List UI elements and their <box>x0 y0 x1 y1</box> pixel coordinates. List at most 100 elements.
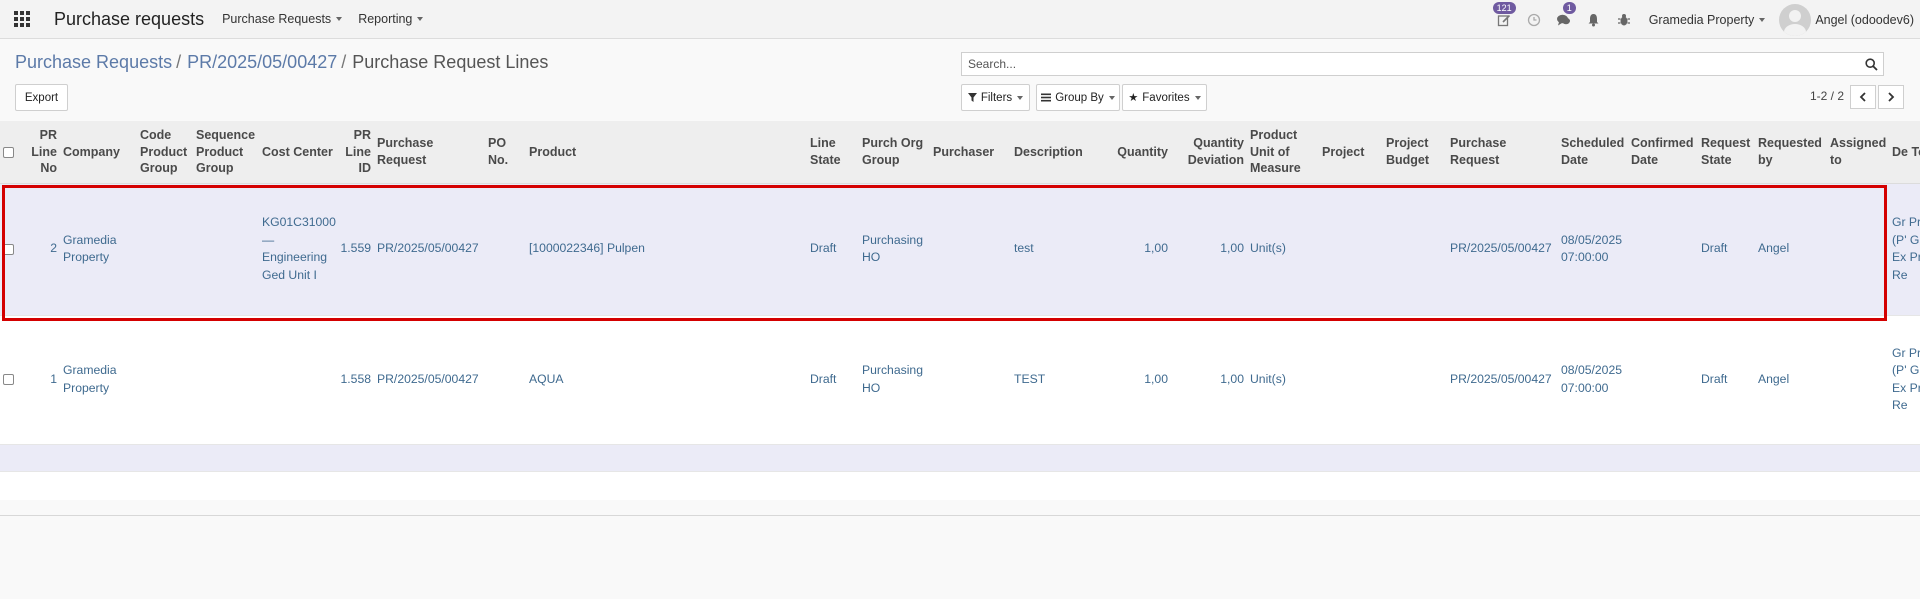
cell-pr-line-id[interactable]: 1.559 <box>337 183 374 315</box>
table-row[interactable]: 1 Gramedia Property 1.558 PR/2025/05/004… <box>0 314 1920 444</box>
col-product[interactable]: Product <box>526 121 807 184</box>
cell-purchaser[interactable] <box>930 314 1011 444</box>
cell-code-product-group[interactable] <box>137 183 193 315</box>
col-line-state[interactable]: Line State <box>807 121 859 184</box>
user-menu[interactable]: Angel (odoodev6) <box>1779 3 1914 36</box>
cell-product[interactable]: AQUA <box>526 314 807 444</box>
cell-description[interactable]: TEST <box>1011 314 1100 444</box>
cell-pr-line-id[interactable]: 1.558 <box>337 314 374 444</box>
cell-assigned-to[interactable] <box>1827 314 1889 444</box>
col-sequence-product-group[interactable]: Sequence Product Group <box>193 121 259 184</box>
cell-request-state[interactable]: Draft <box>1698 183 1755 315</box>
cell-confirmed-date[interactable] <box>1628 183 1698 315</box>
cell-project[interactable] <box>1319 183 1383 315</box>
apps-menu-icon[interactable] <box>0 0 44 39</box>
col-delivery-to[interactable]: De To <box>1889 121 1920 184</box>
breadcrumb-item-purchase-requests[interactable]: Purchase Requests <box>15 52 172 73</box>
col-code-product-group[interactable]: Code Product Group <box>137 121 193 184</box>
cell-quantity[interactable]: 1,00 <box>1100 183 1171 315</box>
col-quantity[interactable]: Quantity <box>1100 121 1171 184</box>
filters-button[interactable]: Filters <box>961 84 1030 111</box>
cell-request-state[interactable]: Draft <box>1698 314 1755 444</box>
cell-scheduled-date[interactable]: 08/05/2025 07:00:00 <box>1558 314 1628 444</box>
search-input[interactable] <box>962 53 1859 75</box>
cell-scheduled-date[interactable]: 08/05/2025 07:00:00 <box>1558 183 1628 315</box>
col-project-budget[interactable]: Project Budget <box>1383 121 1447 184</box>
cell-sequence-product-group[interactable] <box>193 183 259 315</box>
col-company[interactable]: Company <box>60 121 137 184</box>
pager-previous-button[interactable] <box>1850 85 1876 109</box>
table-row[interactable]: 2 Gramedia Property KG01C31000 — Enginee… <box>0 183 1920 315</box>
cell-requested-by[interactable]: Angel <box>1755 183 1827 315</box>
cell-po-no[interactable] <box>485 314 526 444</box>
col-description[interactable]: Description <box>1011 121 1100 184</box>
cell-company[interactable]: Gramedia Property <box>60 314 137 444</box>
favorites-button[interactable]: ★ Favorites <box>1122 84 1207 111</box>
cell-product[interactable]: [1000022346] Pulpen <box>526 183 807 315</box>
col-pr-line-no[interactable]: PR Line No <box>20 121 60 184</box>
cell-purchase-request[interactable]: PR/2025/05/00427 <box>374 314 485 444</box>
cell-assigned-to[interactable] <box>1827 183 1889 315</box>
col-purch-org-group[interactable]: Purch Org Group <box>859 121 930 184</box>
col-purchaser[interactable]: Purchaser <box>930 121 1011 184</box>
cell-cost-center[interactable]: KG01C31000 — Engineering Ged Unit I <box>259 183 337 315</box>
cell-line-state[interactable]: Draft <box>807 314 859 444</box>
cell-purchase-request-2[interactable]: PR/2025/05/00427 <box>1447 183 1558 315</box>
clock-icon[interactable] <box>1519 0 1549 39</box>
col-scheduled-date[interactable]: Scheduled Date <box>1558 121 1628 184</box>
menu-purchase-requests[interactable]: Purchase Requests <box>222 12 343 26</box>
pager-next-button[interactable] <box>1878 85 1904 109</box>
cell-quantity-deviation[interactable]: 1,00 <box>1171 183 1247 315</box>
messages-icon[interactable]: 1 <box>1549 0 1579 39</box>
activity-edit-icon[interactable]: 121 <box>1489 0 1519 39</box>
cell-purchaser[interactable] <box>930 183 1011 315</box>
menu-reporting[interactable]: Reporting <box>358 12 424 26</box>
cell-cost-center[interactable] <box>259 314 337 444</box>
cell-requested-by[interactable]: Angel <box>1755 314 1827 444</box>
cell-delivery-to[interactable]: Gr Pr (P' Gr Ex Pr Re <box>1889 183 1920 315</box>
cell-purch-org-group[interactable]: Purchasing HO <box>859 314 930 444</box>
cell-quantity[interactable]: 1,00 <box>1100 314 1171 444</box>
col-requested-by[interactable]: Requested by <box>1755 121 1827 184</box>
col-assigned-to[interactable]: Assigned to <box>1827 121 1889 184</box>
company-switcher[interactable]: Gramedia Property <box>1649 13 1766 27</box>
cell-po-no[interactable] <box>485 183 526 315</box>
cell-quantity-deviation[interactable]: 1,00 <box>1171 314 1247 444</box>
cell-purchase-request-2[interactable]: PR/2025/05/00427 <box>1447 314 1558 444</box>
cell-project[interactable] <box>1319 314 1383 444</box>
row-checkbox[interactable] <box>3 243 14 255</box>
cell-line-state[interactable]: Draft <box>807 183 859 315</box>
col-project[interactable]: Project <box>1319 121 1383 184</box>
cell-confirmed-date[interactable] <box>1628 314 1698 444</box>
cell-purch-org-group[interactable]: Purchasing HO <box>859 183 930 315</box>
debug-bug-icon[interactable] <box>1609 0 1639 39</box>
col-purchase-request-2[interactable]: Purchase Request <box>1447 121 1558 184</box>
cell-company[interactable]: Gramedia Property <box>60 183 137 315</box>
cell-project-budget[interactable] <box>1383 314 1447 444</box>
col-purchase-request[interactable]: Purchase Request <box>374 121 485 184</box>
cell-pr-line-no[interactable]: 1 <box>20 314 60 444</box>
breadcrumb-item-pr[interactable]: PR/2025/05/00427 <box>187 52 337 73</box>
cell-product-uom[interactable]: Unit(s) <box>1247 314 1319 444</box>
cell-purchase-request[interactable]: PR/2025/05/00427 <box>374 183 485 315</box>
col-pr-line-id[interactable]: PR Line ID <box>337 121 374 184</box>
col-product-uom[interactable]: Product Unit of Measure <box>1247 121 1319 184</box>
cell-code-product-group[interactable] <box>137 314 193 444</box>
col-quantity-deviation[interactable]: Quantity Deviation <box>1171 121 1247 184</box>
row-checkbox[interactable] <box>3 374 14 386</box>
cell-description[interactable]: test <box>1011 183 1100 315</box>
pager-value[interactable]: 1-2 / 2 <box>1810 89 1844 103</box>
col-confirmed-date[interactable]: Confirmed Date <box>1628 121 1698 184</box>
cell-project-budget[interactable] <box>1383 183 1447 315</box>
select-all-checkbox[interactable] <box>3 146 14 158</box>
search-icon[interactable] <box>1859 53 1883 75</box>
cell-sequence-product-group[interactable] <box>193 314 259 444</box>
col-po-no[interactable]: PO No. <box>485 121 526 184</box>
bell-icon[interactable] <box>1579 0 1609 39</box>
col-request-state[interactable]: Request State <box>1698 121 1755 184</box>
cell-delivery-to[interactable]: Gr Pr (P' Gr Ex Pr Re <box>1889 314 1920 444</box>
group-by-button[interactable]: Group By <box>1036 84 1120 111</box>
col-cost-center[interactable]: Cost Center <box>259 121 337 184</box>
export-button[interactable]: Export <box>15 84 68 111</box>
cell-pr-line-no[interactable]: 2 <box>20 183 60 315</box>
